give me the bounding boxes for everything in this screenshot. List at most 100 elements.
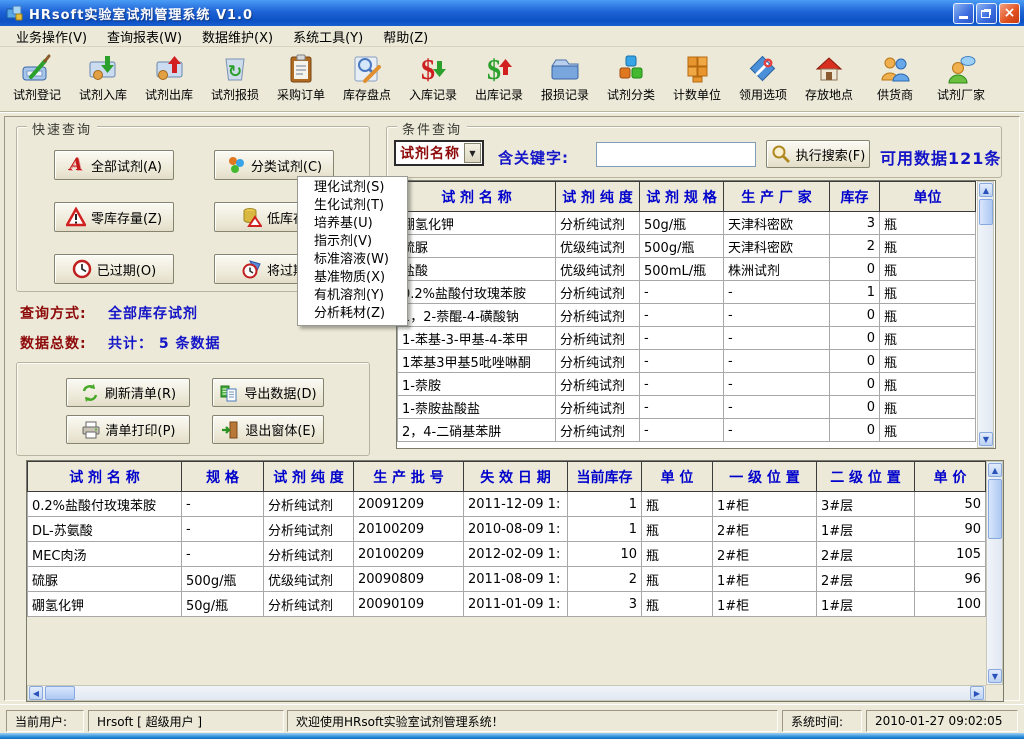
toolbar-purchase-order[interactable]: 采购订单 [268, 51, 334, 103]
restore-button[interactable] [976, 3, 997, 24]
column-header[interactable]: 生 产 批 号 [354, 462, 464, 492]
column-header[interactable]: 规 格 [182, 462, 264, 492]
execute-search-button[interactable]: 执行搜索(F) [766, 140, 870, 168]
table-row[interactable]: 硼氢化钾分析纯试剂50g/瓶天津科密欧3瓶 [398, 212, 976, 235]
toolbar-reagent-inbound[interactable]: 试剂入库 [70, 51, 136, 103]
table-cell: - [724, 304, 830, 327]
table-cell: 瓶 [642, 542, 713, 567]
export-data-button[interactable]: 导出数据(D) [212, 378, 324, 407]
table-row[interactable]: 盐酸优级纯试剂500mL/瓶株洲试剂0瓶 [398, 258, 976, 281]
scroll-right-icon[interactable]: ▶ [970, 686, 984, 700]
button-label: 退出窗体(E) [245, 420, 315, 439]
toolbar-reagent-category[interactable]: 试剂分类 [598, 51, 664, 103]
scroll-down-icon[interactable]: ▼ [979, 432, 993, 446]
scroll-thumb[interactable] [988, 479, 1002, 539]
menu-item-culture-medium[interactable]: 培养基(U) [298, 215, 407, 233]
column-header[interactable]: 单 价 [915, 462, 986, 492]
table-row[interactable]: 1-萘胺盐酸盐分析纯试剂--0瓶 [398, 396, 976, 419]
column-header[interactable]: 库存 [830, 182, 880, 212]
toolbar-reagent-damage[interactable]: ↻ 试剂报损 [202, 51, 268, 103]
storage-location-icon [813, 53, 845, 85]
column-header[interactable]: 试 剂 纯 度 [264, 462, 354, 492]
table-cell: 瓶 [880, 350, 976, 373]
table-cell: - [640, 373, 724, 396]
column-header[interactable]: 一 级 位 置 [713, 462, 817, 492]
toolbar-reagent-register[interactable]: 试剂登记 [4, 51, 70, 103]
close-button[interactable]: × [999, 3, 1020, 24]
column-header[interactable]: 二 级 位 置 [817, 462, 915, 492]
toolbar-supplier[interactable]: 供货商 [862, 51, 928, 103]
title-bar: HRsoft实验室试剂管理系统 V1.0 × [0, 0, 1024, 26]
column-header[interactable]: 生 产 厂 家 [724, 182, 830, 212]
expired-button[interactable]: 已过期(O) [54, 254, 174, 284]
column-header[interactable]: 失 效 日 期 [464, 462, 568, 492]
table-row[interactable]: MEC肉汤-分析纯试剂201002092012-02-09 1:10瓶2#柜2#… [28, 542, 986, 567]
scroll-thumb[interactable] [45, 686, 75, 700]
column-header[interactable]: 试 剂 名 称 [28, 462, 182, 492]
keyword-input[interactable] [596, 142, 756, 167]
table-row[interactable]: 硼氢化钾50g/瓶分析纯试剂200901092011-01-09 1:3瓶1#柜… [28, 592, 986, 617]
toolbar-manufacturer[interactable]: 试剂厂家 [928, 51, 994, 103]
scroll-thumb[interactable] [979, 199, 993, 225]
table-row[interactable]: 1，2-萘醌-4-磺酸钠分析纯试剂--0瓶 [398, 304, 976, 327]
menu-item-analysis-consumable[interactable]: 分析耗材(Z) [298, 305, 407, 323]
table-row[interactable]: 1苯基3甲基5吡唑啉酮分析纯试剂--0瓶 [398, 350, 976, 373]
table-row[interactable]: DL-苏氨酸-分析纯试剂201002092010-08-09 1:1瓶2#柜1#… [28, 517, 986, 542]
table-cell: 2011-01-09 1: [464, 592, 568, 617]
column-header[interactable]: 试 剂 规 格 [640, 182, 724, 212]
refresh-list-button[interactable]: 刷新清单(R) [66, 378, 190, 407]
menu-reports[interactable]: 查询报表(W) [97, 25, 192, 48]
toolbar-count-unit[interactable]: 计数单位 [664, 51, 730, 103]
table-cell: 分析纯试剂 [556, 212, 640, 235]
table-cell: 0 [830, 396, 880, 419]
menu-business[interactable]: 业务操作(V) [6, 25, 97, 48]
stock-table-vscrollbar[interactable]: ▲ ▼ [977, 181, 994, 448]
table-row[interactable]: 0.2%盐酸付玫瑰苯胺-分析纯试剂200912092011-12-09 1:1瓶… [28, 492, 986, 517]
menu-data-maintenance[interactable]: 数据维护(X) [192, 25, 283, 48]
table-row[interactable]: 1-萘胺分析纯试剂--0瓶 [398, 373, 976, 396]
menu-item-biochem[interactable]: 生化试剂(T) [298, 197, 407, 215]
print-list-button[interactable]: 清单打印(P) [66, 415, 190, 444]
column-header[interactable]: 试 剂 名 称 [398, 182, 556, 212]
condition-query-title: 条件查询 [397, 119, 467, 138]
menu-item-reference-material[interactable]: 基准物质(X) [298, 269, 407, 287]
table-cell: 0 [830, 373, 880, 396]
chevron-down-icon[interactable]: ▼ [464, 143, 481, 163]
exit-window-button[interactable]: 退出窗体(E) [212, 415, 324, 444]
toolbar-outbound-records[interactable]: $ 出库记录 [466, 51, 532, 103]
scroll-up-icon[interactable]: ▲ [988, 463, 1002, 477]
detail-table-hscrollbar[interactable]: ◀ ▶ [27, 685, 986, 701]
table-row[interactable]: 2，4-二硝基苯肼分析纯试剂--0瓶 [398, 419, 976, 442]
toolbar-requisition-options[interactable]: 领用选项 [730, 51, 796, 103]
table-row[interactable]: 硫脲500g/瓶优级纯试剂200908092011-08-09 1:2瓶1#柜2… [28, 567, 986, 592]
toolbar-storage-location[interactable]: 存放地点 [796, 51, 862, 103]
menu-item-standard-solution[interactable]: 标准溶液(W) [298, 251, 407, 269]
column-header[interactable]: 单 位 [642, 462, 713, 492]
all-reagents-button[interactable]: A 全部试剂(A) [54, 150, 174, 180]
table-cell: 分析纯试剂 [556, 281, 640, 304]
zero-stock-button[interactable]: 零库存量(Z) [54, 202, 174, 232]
detail-table-vscrollbar[interactable]: ▲ ▼ [986, 461, 1003, 685]
table-row[interactable]: 1-苯基-3-甲基-4-苯甲分析纯试剂--0瓶 [398, 327, 976, 350]
table-row[interactable]: 0.2%盐酸付玫瑰苯胺分析纯试剂--1瓶 [398, 281, 976, 304]
table-row[interactable]: 硫脲优级纯试剂500g/瓶天津科密欧2瓶 [398, 235, 976, 258]
scroll-left-icon[interactable]: ◀ [29, 686, 43, 700]
column-header[interactable]: 当前库存 [568, 462, 642, 492]
scroll-up-icon[interactable]: ▲ [979, 183, 993, 197]
menu-system-tools[interactable]: 系统工具(Y) [283, 25, 373, 48]
toolbar-inbound-records[interactable]: $ 入库记录 [400, 51, 466, 103]
toolbar-stock-check[interactable]: 库存盘点 [334, 51, 400, 103]
column-header[interactable]: 单位 [880, 182, 976, 212]
menu-help[interactable]: 帮助(Z) [373, 25, 438, 48]
menu-item-indicator[interactable]: 指示剂(V) [298, 233, 407, 251]
table-cell: 优级纯试剂 [264, 567, 354, 592]
toolbar: 试剂登记 试剂入库 试剂出库 ↻ 试剂报损 采购订单 库存盘点 $ 入库记录 $… [0, 48, 1024, 112]
toolbar-reagent-outbound[interactable]: 试剂出库 [136, 51, 202, 103]
toolbar-damage-records[interactable]: 报损记录 [532, 51, 598, 103]
menu-item-physchem[interactable]: 理化试剂(S) [298, 179, 407, 197]
search-field-select[interactable]: 试剂名称 ▼ [394, 140, 484, 166]
scroll-down-icon[interactable]: ▼ [988, 669, 1002, 683]
column-header[interactable]: 试 剂 纯 度 [556, 182, 640, 212]
minimize-button[interactable] [953, 3, 974, 24]
menu-item-organic-solvent[interactable]: 有机溶剂(Y) [298, 287, 407, 305]
